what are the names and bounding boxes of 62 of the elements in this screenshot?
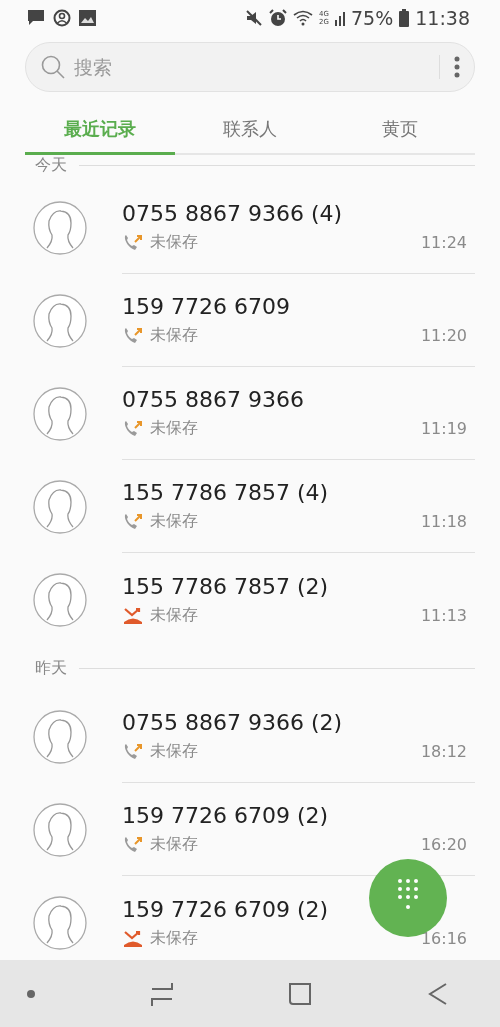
home-icon[interactable] — [288, 981, 312, 1006]
avatar-icon — [33, 709, 87, 764]
contact-status: 未保存 — [150, 511, 198, 532]
tab[interactable]: 最近记录 — [25, 105, 175, 155]
section-header: 昨天 — [35, 657, 67, 679]
signal-icon — [335, 9, 345, 26]
phone-number: 155 7786 7857 (2) — [122, 573, 330, 599]
clock-time: 11:38 — [415, 6, 470, 29]
avatar-icon — [33, 572, 87, 627]
avatar-icon — [33, 200, 87, 255]
call-time: 11:20 — [420, 326, 467, 345]
call-time: 11:19 — [420, 419, 467, 438]
outgoing-call-icon — [122, 511, 144, 532]
outgoing-call-icon — [122, 834, 144, 855]
section-header: 今天 — [35, 155, 67, 176]
contact-status: 未保存 — [150, 604, 198, 626]
call-time: 18:12 — [420, 742, 467, 761]
phone-number: 0755 8867 9366 (4) — [122, 201, 344, 226]
contact-status: 未保存 — [150, 418, 198, 439]
call-time: 11:13 — [420, 605, 467, 625]
tab[interactable]: 联系人 — [175, 105, 325, 155]
contact-status: 未保存 — [150, 741, 198, 762]
avatar-icon — [33, 895, 87, 950]
battery-icon — [399, 8, 410, 27]
contact-status: 未保存 — [150, 325, 198, 346]
search-bar[interactable]: 搜索 — [25, 42, 475, 92]
mute-icon — [245, 8, 264, 27]
search-icon — [40, 54, 66, 80]
call-time: 11:18 — [420, 512, 467, 531]
call-time: 16:20 — [420, 835, 467, 854]
phone-number: 155 7786 7857 (4) — [122, 480, 330, 505]
phone-number: 159 7726 6709 (2) — [122, 803, 330, 828]
contact-status: 未保存 — [150, 232, 198, 253]
avatar-icon — [33, 293, 87, 348]
avatar-icon — [33, 386, 87, 441]
avatar-icon — [33, 479, 87, 534]
outgoing-call-icon — [122, 741, 144, 762]
account-icon — [53, 8, 71, 27]
message-icon — [27, 9, 45, 26]
contact-status: 未保存 — [150, 834, 198, 855]
phone-number: 159 7726 6709 (2) — [122, 896, 330, 922]
image-icon — [79, 9, 96, 26]
outgoing-call-icon — [122, 418, 144, 439]
recent-apps-icon[interactable] — [150, 980, 174, 1007]
call-time: 11:24 — [420, 233, 467, 252]
rejected-call-icon — [122, 928, 144, 948]
avatar-icon — [33, 802, 87, 857]
phone-number: 0755 8867 9366 (2) — [122, 710, 344, 735]
phone-number: 0755 8867 9366 — [122, 387, 305, 412]
call-time: 16:16 — [420, 928, 467, 948]
search-field[interactable]: 搜索 — [72, 55, 439, 79]
alarm-icon — [269, 8, 288, 27]
contact-status: 未保存 — [150, 927, 198, 949]
battery-percent: 75% — [351, 6, 394, 29]
more-options-icon[interactable] — [454, 56, 460, 78]
dot-icon[interactable] — [26, 988, 36, 999]
outgoing-call-icon — [122, 232, 144, 253]
outgoing-call-icon — [122, 325, 144, 346]
rejected-call-icon — [122, 605, 144, 625]
phone-number: 159 7726 6709 — [122, 294, 291, 319]
wifi-icon — [293, 9, 314, 26]
tab[interactable]: 黄页 — [325, 105, 475, 155]
